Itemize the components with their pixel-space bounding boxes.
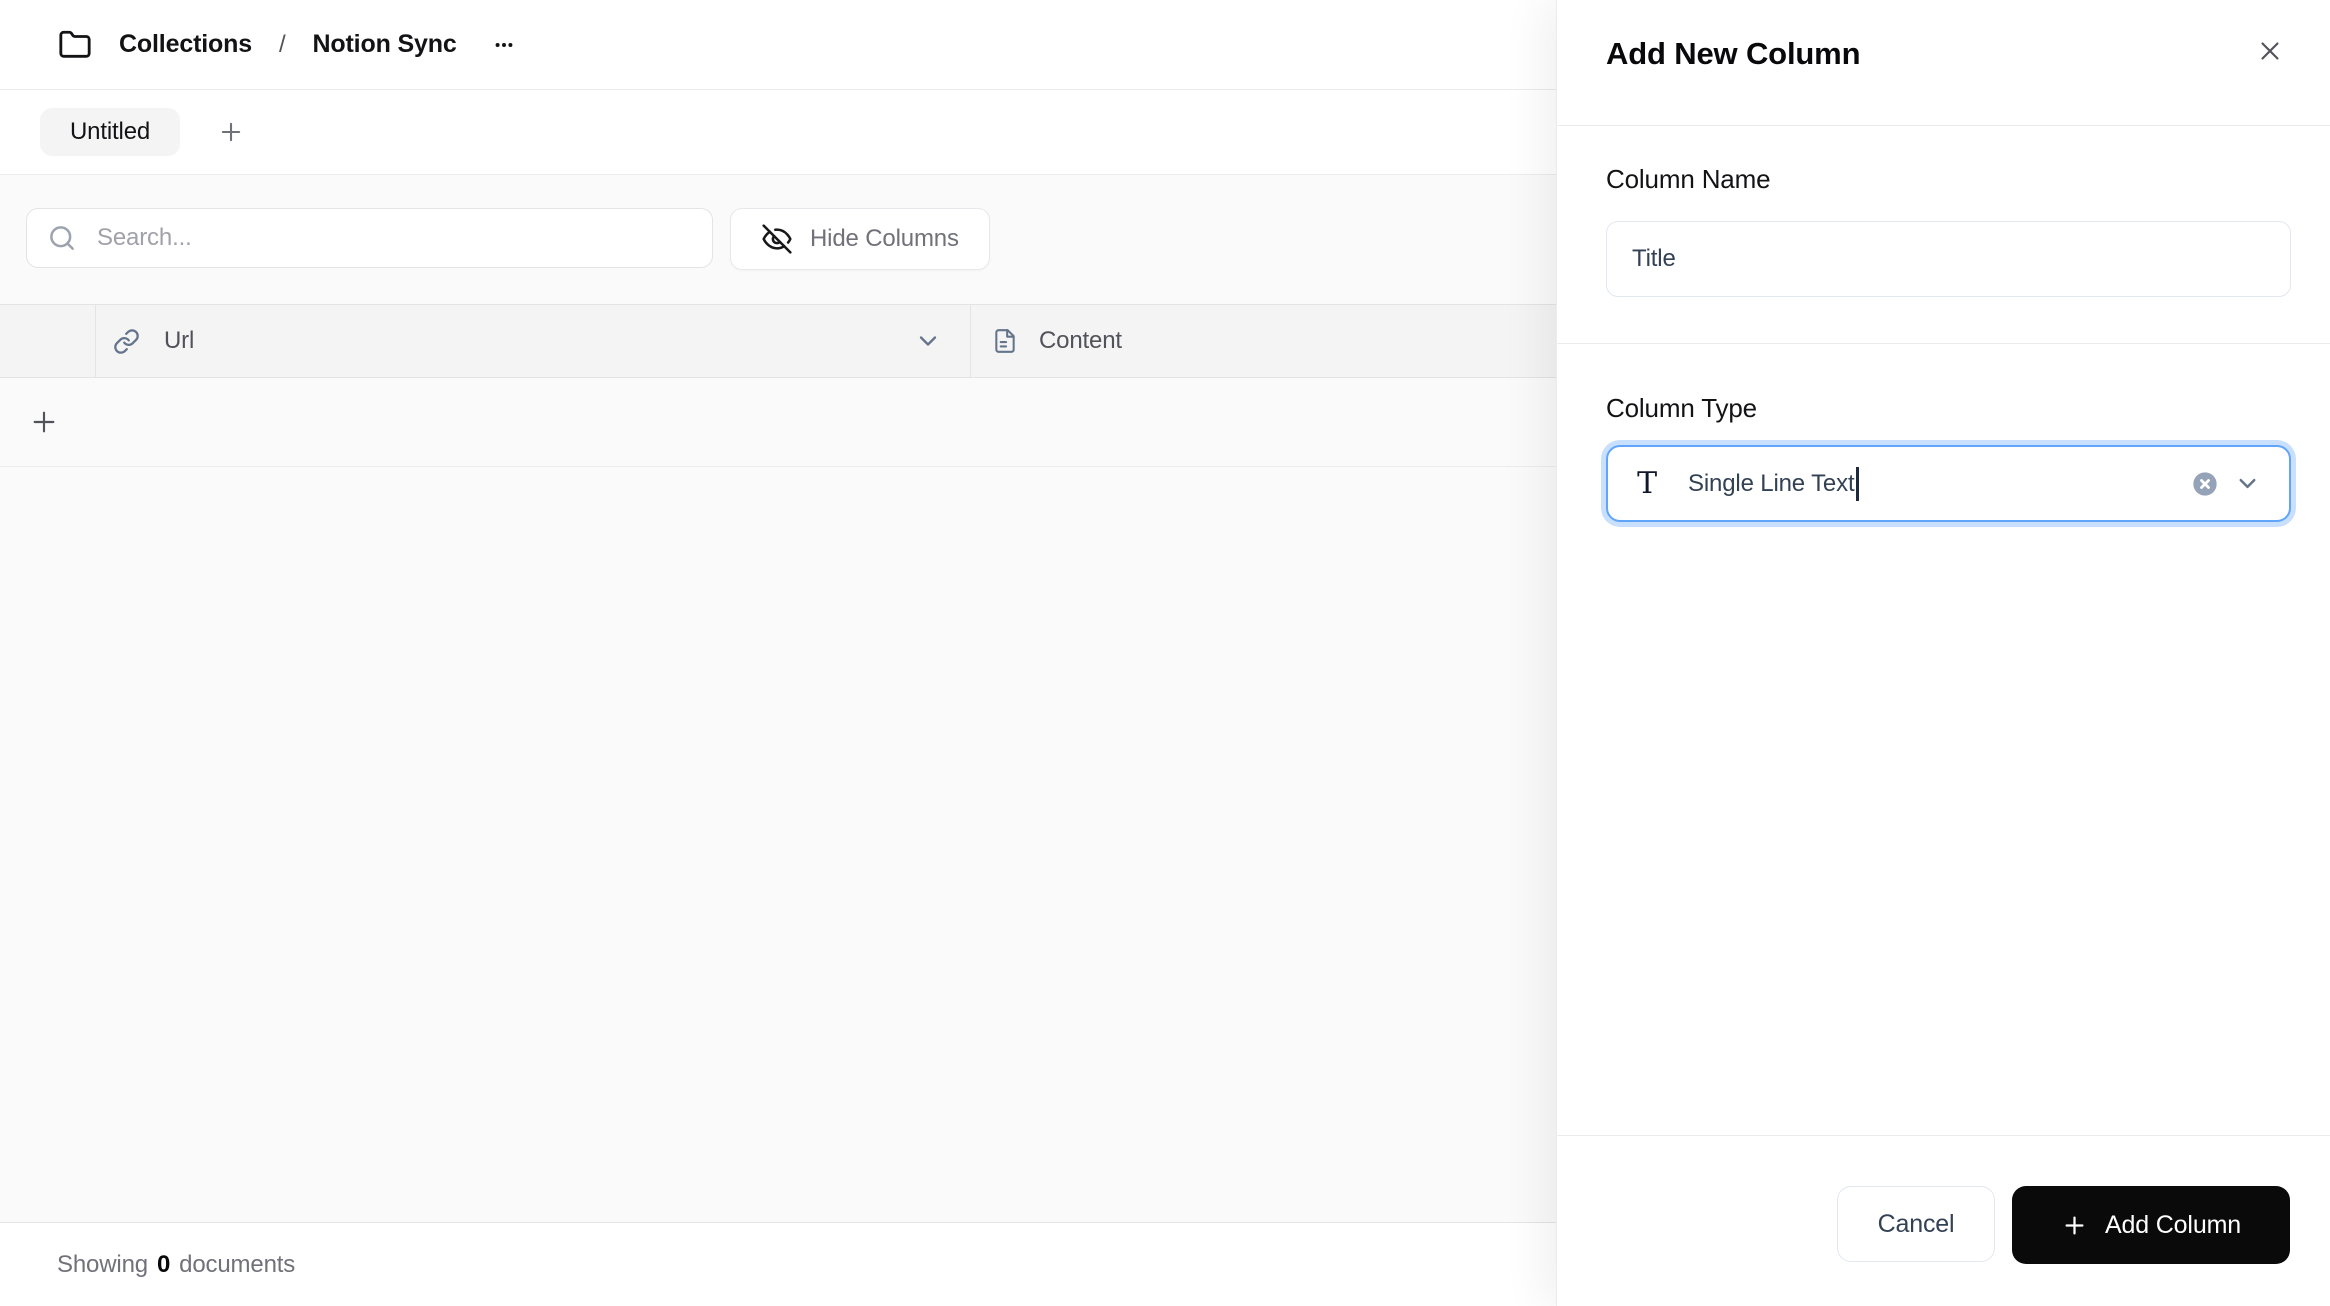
ellipsis-icon — [490, 31, 518, 59]
plus-icon — [2061, 1212, 2088, 1239]
table-toolbar: Hide Columns — [0, 175, 1556, 304]
clear-circle-icon — [2191, 470, 2219, 498]
status-suffix: documents — [179, 1250, 296, 1278]
tab-bar: Untitled — [0, 90, 1556, 175]
column-type-value: Single Line Text — [1688, 469, 1855, 497]
chevron-down-icon[interactable] — [914, 327, 942, 355]
close-icon — [2255, 36, 2285, 66]
table-header-row: Url Content — [0, 304, 1556, 378]
column-header-label: Content — [1039, 327, 1122, 354]
folder-icon — [58, 28, 92, 62]
tab-untitled[interactable]: Untitled — [40, 108, 181, 156]
add-column-panel: Add New Column Column Name Column Type T… — [1556, 0, 2330, 1306]
status-bar: Showing 0 documents — [0, 1222, 1556, 1306]
document-count: 0 — [156, 1250, 171, 1278]
search-box — [26, 208, 713, 268]
column-name-input[interactable] — [1606, 221, 2291, 297]
eye-off-icon — [761, 223, 793, 255]
select-chevron-button[interactable] — [2234, 470, 2261, 497]
search-icon — [47, 223, 77, 253]
file-text-icon — [992, 328, 1018, 354]
panel-close-button[interactable] — [2242, 23, 2298, 79]
clear-selection-button[interactable] — [2191, 470, 2219, 498]
column-type-label: Column Type — [1606, 393, 1757, 423]
status-prefix: Showing — [57, 1250, 148, 1278]
panel-footer: Cancel Add Column — [1837, 1186, 2290, 1264]
breadcrumb-item-notion-sync[interactable]: Notion Sync — [313, 30, 457, 59]
breadcrumb-item-collections[interactable]: Collections — [119, 30, 252, 59]
chevron-down-icon — [2234, 470, 2261, 497]
hide-columns-label: Hide Columns — [810, 225, 959, 252]
hide-columns-button[interactable]: Hide Columns — [730, 208, 990, 270]
text-cursor — [1856, 466, 1859, 501]
main-area: Collections / Notion Sync Untitled Searc… — [0, 0, 1556, 1306]
footer-divider — [1557, 1135, 2330, 1136]
collection-more-button[interactable] — [484, 25, 524, 65]
panel-header: Add New Column — [1557, 0, 2330, 126]
column-header-content[interactable]: Content — [971, 305, 1556, 377]
add-tab-button[interactable] — [217, 118, 245, 146]
column-type-select[interactable]: T Single Line Text — [1606, 445, 2291, 522]
add-row-button[interactable] — [0, 378, 1556, 467]
row-handle-header-cell — [0, 305, 96, 377]
add-column-label: Add Column — [2105, 1210, 2241, 1239]
column-name-label: Column Name — [1606, 164, 1771, 194]
link-icon — [113, 328, 140, 355]
plus-icon — [217, 118, 245, 146]
breadcrumb-separator: / — [278, 30, 286, 58]
breadcrumb: Collections / Notion Sync — [0, 0, 1556, 90]
add-column-button[interactable]: Add Column — [2012, 1186, 2290, 1264]
section-divider — [1557, 343, 2330, 344]
plus-icon — [28, 406, 60, 438]
text-type-icon: T — [1637, 466, 1657, 501]
column-header-url[interactable]: Url — [96, 305, 971, 377]
search-input[interactable] — [97, 224, 692, 252]
column-header-label: Url — [164, 327, 195, 354]
cancel-button[interactable]: Cancel — [1837, 1186, 1995, 1262]
panel-title: Add New Column — [1606, 36, 1861, 71]
app-window: Collections / Notion Sync Untitled Searc… — [0, 0, 2330, 1306]
